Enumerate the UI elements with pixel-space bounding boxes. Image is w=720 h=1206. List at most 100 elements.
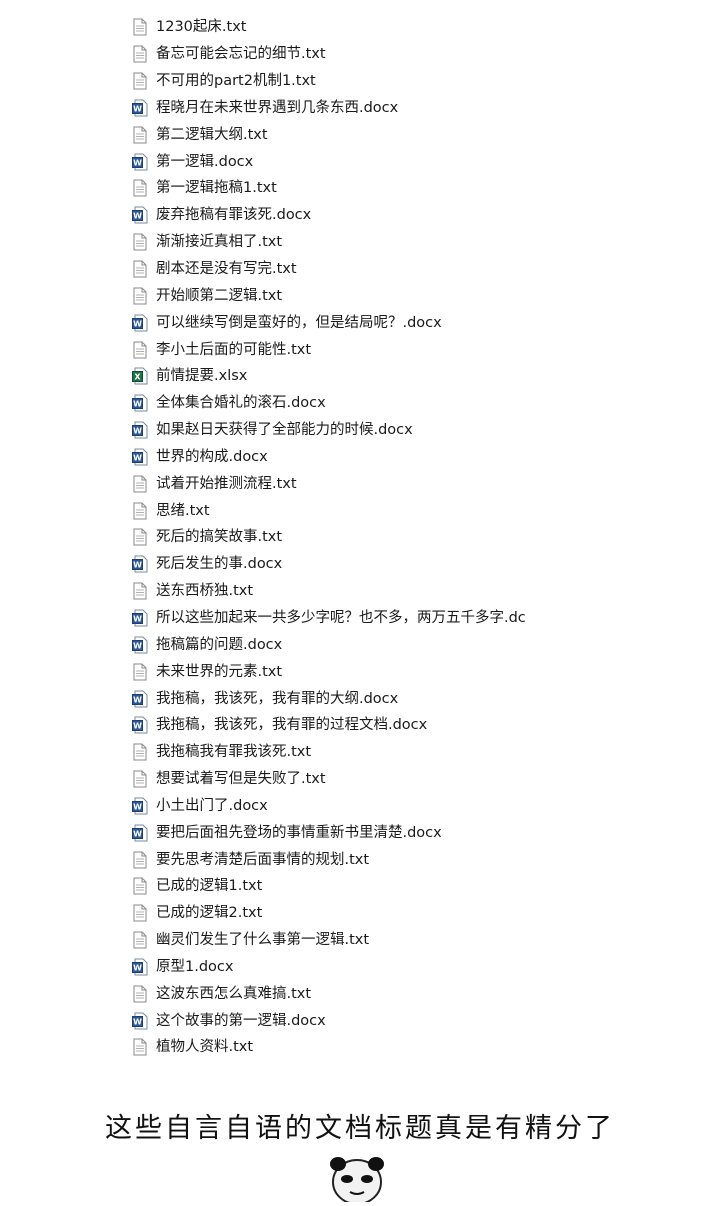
file-item[interactable]: 备忘可能会忘记的细节.txt [132, 41, 552, 68]
word-document-icon: W [132, 690, 148, 708]
file-name: 植物人资料.txt [156, 1039, 254, 1056]
file-name: 思绪.txt [156, 502, 210, 519]
file-item[interactable]: W 我拖稿，我该死，我有罪的过程文档.docx [132, 712, 552, 739]
word-document-icon: W [132, 1012, 148, 1030]
file-item[interactable]: 死后的搞笑故事.txt [132, 524, 552, 551]
text-file-icon [132, 582, 148, 600]
file-item[interactable]: W 可以继续写倒是蛮好的，但是结局呢？.docx [132, 309, 552, 336]
word-document-icon: W [132, 958, 148, 976]
file-name: 死后的搞笑故事.txt [156, 529, 283, 546]
svg-text:W: W [133, 212, 142, 221]
text-file-icon [132, 18, 148, 36]
svg-text:W: W [133, 614, 142, 623]
file-item[interactable]: W 要把后面祖先登场的事情重新书里清楚.docx [132, 819, 552, 846]
word-document-icon: W [132, 394, 148, 412]
word-document-icon: W [132, 716, 148, 734]
file-name: 前情提要.xlsx [156, 368, 248, 385]
file-item[interactable]: W 程晓月在未来世界遇到几条东西.docx [132, 95, 552, 122]
file-item[interactable]: 不可用的part2机制1.txt [132, 68, 552, 95]
file-item[interactable]: W 原型1.docx [132, 954, 552, 981]
text-file-icon [132, 877, 148, 895]
file-name: 想要试着写但是失败了.txt [156, 771, 326, 788]
text-file-icon [132, 45, 148, 63]
text-file-icon [132, 1038, 148, 1056]
file-name: 死后发生的事.docx [156, 556, 283, 573]
file-item[interactable]: 第一逻辑拖稿1.txt [132, 175, 552, 202]
text-file-icon [132, 341, 148, 359]
svg-text:W: W [133, 641, 142, 650]
file-item[interactable]: W 死后发生的事.docx [132, 551, 552, 578]
file-name: 这个故事的第一逻辑.docx [156, 1012, 326, 1029]
file-item[interactable]: W 如果赵日天获得了全部能力的时候.docx [132, 417, 552, 444]
file-name: 原型1.docx [156, 958, 234, 975]
file-name: 送东西桥独.txt [156, 583, 254, 600]
file-item[interactable]: W 我拖稿，我该死，我有罪的大纲.docx [132, 685, 552, 712]
file-item[interactable]: 我拖稿我有罪我该死.txt [132, 739, 552, 766]
file-item[interactable]: 植物人资料.txt [132, 1034, 552, 1061]
text-file-icon [132, 72, 148, 90]
file-name: 不可用的part2机制1.txt [156, 73, 316, 90]
text-file-icon [132, 528, 148, 546]
file-item[interactable]: 渐渐接近真相了.txt [132, 229, 552, 256]
panda-face-meme-icon [322, 1152, 392, 1205]
file-item[interactable]: 想要试着写但是失败了.txt [132, 766, 552, 793]
file-name: 我拖稿我有罪我该死.txt [156, 744, 312, 761]
file-item[interactable]: 未来世界的元素.txt [132, 658, 552, 685]
svg-text:X: X [134, 373, 141, 382]
svg-text:W: W [133, 963, 142, 972]
word-document-icon: W [132, 636, 148, 654]
svg-text:W: W [133, 802, 142, 811]
text-file-icon [132, 126, 148, 144]
file-name: 第一逻辑拖稿1.txt [156, 180, 277, 197]
text-file-icon [132, 233, 148, 251]
file-item[interactable]: 思绪.txt [132, 497, 552, 524]
file-name: 如果赵日天获得了全部能力的时候.docx [156, 422, 413, 439]
file-list: 1230起床.txt 备忘可能会忘记的细节.txt 不可用的part2机制1.txt… [132, 14, 552, 1061]
file-name: 全体集合婚礼的滚石.docx [156, 395, 326, 412]
file-item[interactable]: X 前情提要.xlsx [132, 363, 552, 390]
word-document-icon: W [132, 824, 148, 842]
file-name: 渐渐接近真相了.txt [156, 234, 283, 251]
file-item[interactable]: W 这个故事的第一逻辑.docx [132, 1007, 552, 1034]
svg-text:W: W [133, 561, 142, 570]
svg-text:W: W [133, 829, 142, 838]
file-name: 世界的构成.docx [156, 448, 268, 465]
caption: 这些自言自语的文档标题真是有精分了 [105, 1113, 615, 1144]
word-document-icon: W [132, 206, 148, 224]
file-item[interactable]: 试着开始推测流程.txt [132, 470, 552, 497]
file-item[interactable]: 送东西桥独.txt [132, 578, 552, 605]
file-item[interactable]: 开始顺第二逻辑.txt [132, 282, 552, 309]
text-file-icon [132, 851, 148, 869]
text-file-icon [132, 770, 148, 788]
file-item[interactable]: 第二逻辑大纲.txt [132, 121, 552, 148]
file-item[interactable]: 已成的逻辑1.txt [132, 873, 552, 900]
file-name: 未来世界的元素.txt [156, 663, 283, 680]
file-name: 拖稿篇的问题.docx [156, 636, 283, 653]
file-name: 所以这些加起来一共多少字呢？也不多，两万五千多字.dc [156, 609, 526, 626]
text-file-icon [132, 904, 148, 922]
file-item[interactable]: 这波东西怎么真难搞.txt [132, 980, 552, 1007]
file-item[interactable]: W 废弃拖稿有罪该死.docx [132, 202, 552, 229]
file-item[interactable]: 1230起床.txt [132, 14, 552, 41]
file-item[interactable]: W 小土出门了.docx [132, 792, 552, 819]
file-item[interactable]: 幽灵们发生了什么事第一逻辑.txt [132, 927, 552, 954]
file-item[interactable]: 剧本还是没有写完.txt [132, 256, 552, 283]
word-document-icon: W [132, 421, 148, 439]
text-file-icon [132, 931, 148, 949]
text-file-icon [132, 287, 148, 305]
svg-text:W: W [133, 427, 142, 436]
file-item[interactable]: W 第一逻辑.docx [132, 148, 552, 175]
file-name: 我拖稿，我该死，我有罪的大纲.docx [156, 690, 399, 707]
file-name: 已成的逻辑2.txt [156, 905, 263, 922]
text-file-icon [132, 663, 148, 681]
file-item[interactable]: W 世界的构成.docx [132, 444, 552, 471]
file-item[interactable]: 要先思考清楚后面事情的规划.txt [132, 846, 552, 873]
file-item[interactable]: W 全体集合婚礼的滚石.docx [132, 390, 552, 417]
file-item[interactable]: 已成的逻辑2.txt [132, 900, 552, 927]
file-item[interactable]: W 拖稿篇的问题.docx [132, 631, 552, 658]
file-item[interactable]: 李小土后面的可能性.txt [132, 336, 552, 363]
file-name: 我拖稿，我该死，我有罪的过程文档.docx [156, 717, 428, 734]
text-file-icon [132, 475, 148, 493]
file-item[interactable]: W 所以这些加起来一共多少字呢？也不多，两万五千多字.dc [132, 605, 552, 632]
file-name: 可以继续写倒是蛮好的，但是结局呢？.docx [156, 314, 442, 331]
